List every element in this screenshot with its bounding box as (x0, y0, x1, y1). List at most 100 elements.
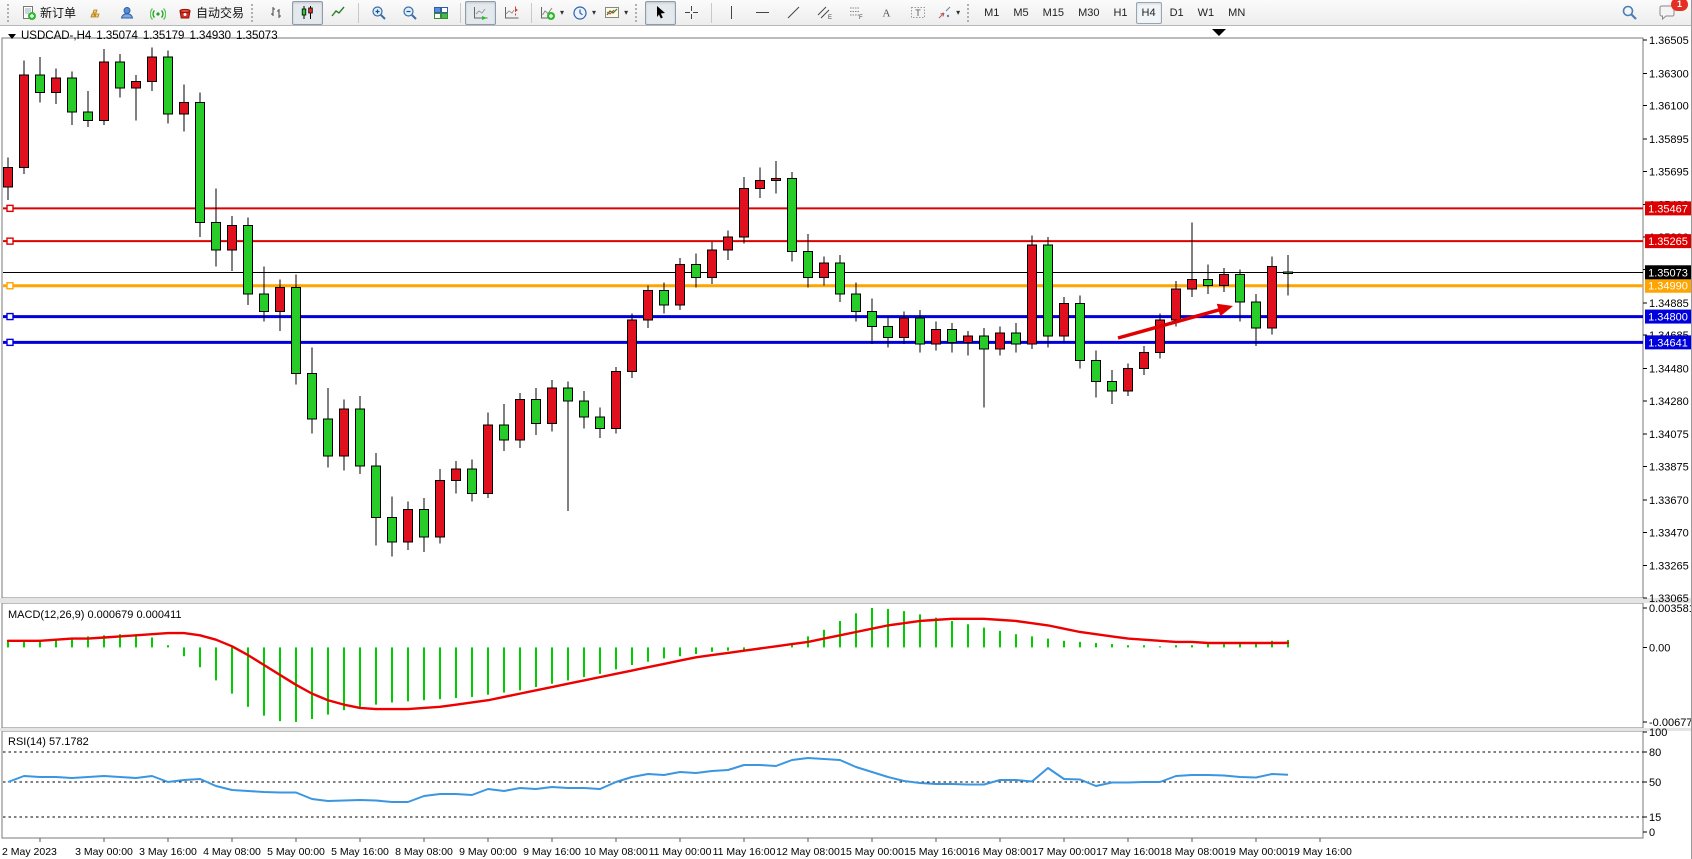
indicators-button[interactable]: ▾ (536, 1, 568, 25)
autotrading-button[interactable]: 自动交易 (173, 1, 248, 25)
tile-windows-button[interactable] (425, 1, 456, 25)
community-button[interactable] (111, 1, 142, 25)
price-tick-label: 1.36300 (1649, 68, 1689, 80)
candle (596, 417, 605, 428)
candle (4, 167, 13, 186)
panel-splitter[interactable] (0, 598, 1692, 603)
candlestick-chart-button[interactable] (292, 1, 323, 25)
timeframe-m1[interactable]: M1 (978, 2, 1005, 24)
cursor-tool-button[interactable] (645, 1, 676, 25)
chart-canvas[interactable]: 1.365051.363001.361001.358951.356951.354… (0, 26, 1692, 859)
timeframe-m30[interactable]: M30 (1072, 2, 1105, 24)
chart-shift-icon (504, 5, 520, 21)
rsi-tick-label: 15 (1649, 812, 1661, 824)
timeframe-h1[interactable]: H1 (1107, 2, 1133, 24)
price-tick-label: 1.36100 (1649, 101, 1689, 113)
fibonacci-tool-button[interactable]: F (840, 1, 871, 25)
vertical-line-tool-button[interactable] (716, 1, 747, 25)
time-tick-label: 19 May 00:00 (1224, 846, 1288, 858)
zoom-in-button[interactable] (363, 1, 394, 25)
templates-button[interactable]: ▾ (600, 1, 632, 25)
zoom-in-icon (371, 5, 387, 21)
candle (404, 510, 413, 542)
timeframe-group: M1M5M15M30H1H4D1W1MN (977, 2, 1252, 24)
candle (292, 287, 301, 373)
chart-window[interactable]: 1.365051.363001.361001.358951.356951.354… (0, 26, 1692, 859)
time-tick-label: 12 May 08:00 (776, 846, 840, 858)
candle (1140, 352, 1149, 368)
channel-tool-button[interactable]: E (809, 1, 840, 25)
fibonacci-icon: F (848, 5, 864, 20)
level-line-handle[interactable] (7, 339, 13, 345)
notifications-button[interactable]: 1 (1651, 1, 1682, 25)
candle (1188, 279, 1197, 289)
candle (196, 102, 205, 222)
line-chart-button[interactable] (323, 1, 354, 25)
gold-button[interactable] (80, 1, 111, 25)
panel-splitter[interactable] (0, 728, 1692, 731)
timeframe-d1[interactable]: D1 (1164, 2, 1190, 24)
toolbar-grip[interactable] (7, 4, 14, 22)
toolbar-separator (358, 3, 359, 23)
signals-button[interactable] (142, 1, 173, 25)
arrows-icon (937, 5, 952, 20)
price-tick-label: 1.34280 (1649, 396, 1689, 408)
candle (36, 75, 45, 93)
candle (548, 388, 557, 424)
text-tool-button[interactable]: A (871, 1, 902, 25)
level-line-handle[interactable] (7, 238, 13, 244)
candle (788, 179, 797, 252)
candle (996, 333, 1005, 349)
candle (692, 265, 701, 278)
time-tick-label: 8 May 08:00 (395, 846, 453, 858)
toolbar-grip[interactable] (251, 4, 258, 22)
level-line-handle[interactable] (7, 283, 13, 289)
quick-trade-dropdown-icon[interactable] (1212, 29, 1226, 36)
candle (68, 78, 77, 112)
crosshair-tool-button[interactable] (676, 1, 707, 25)
price-tick-label: 1.34480 (1649, 363, 1689, 375)
new-order-button[interactable]: 新订单 (17, 1, 80, 25)
time-tick-label: 17 May 16:00 (1096, 846, 1160, 858)
tile-windows-icon (433, 5, 449, 21)
horizontal-line-tool-button[interactable] (747, 1, 778, 25)
candle (1076, 304, 1085, 361)
text-label-icon: T (910, 5, 926, 20)
time-tick-label: 2 May 2023 (2, 846, 57, 858)
timeframe-w1[interactable]: W1 (1192, 2, 1221, 24)
candle (804, 252, 813, 278)
candle (500, 425, 509, 440)
candle (852, 294, 861, 312)
level-line-handle[interactable] (7, 205, 13, 211)
timeframe-h4[interactable]: H4 (1136, 2, 1162, 24)
text-label-tool-button[interactable]: T (902, 1, 933, 25)
timeframe-m5[interactable]: M5 (1007, 2, 1034, 24)
auto-scroll-button[interactable] (465, 1, 496, 25)
level-line-handle[interactable] (7, 314, 13, 320)
toolbar-separator (460, 3, 461, 23)
candle (84, 112, 93, 120)
timeframe-mn[interactable]: MN (1222, 2, 1251, 24)
time-tick-label: 18 May 08:00 (1160, 846, 1224, 858)
candle (436, 480, 445, 537)
candle (1236, 274, 1245, 302)
chevron-down-icon: ▾ (592, 8, 596, 17)
svg-text:T: T (915, 8, 921, 18)
candle (980, 336, 989, 349)
toolbar-grip[interactable] (635, 4, 642, 22)
trendline-tool-button[interactable] (778, 1, 809, 25)
candle (836, 263, 845, 294)
time-tick-label: 5 May 16:00 (331, 846, 389, 858)
zoom-out-button[interactable] (394, 1, 425, 25)
chart-shift-button[interactable] (496, 1, 527, 25)
bar-chart-button[interactable] (261, 1, 292, 25)
periods-button[interactable]: ▾ (568, 1, 600, 25)
arrows-tool-button[interactable]: ▾ (933, 1, 964, 25)
toolbar-right: 1 (1614, 1, 1688, 25)
candle (244, 226, 253, 294)
timeframe-m15[interactable]: M15 (1037, 2, 1070, 24)
new-order-label: 新订单 (40, 4, 76, 21)
toolbar-grip[interactable] (967, 4, 974, 22)
search-button[interactable] (1614, 1, 1645, 25)
candle (388, 518, 397, 542)
